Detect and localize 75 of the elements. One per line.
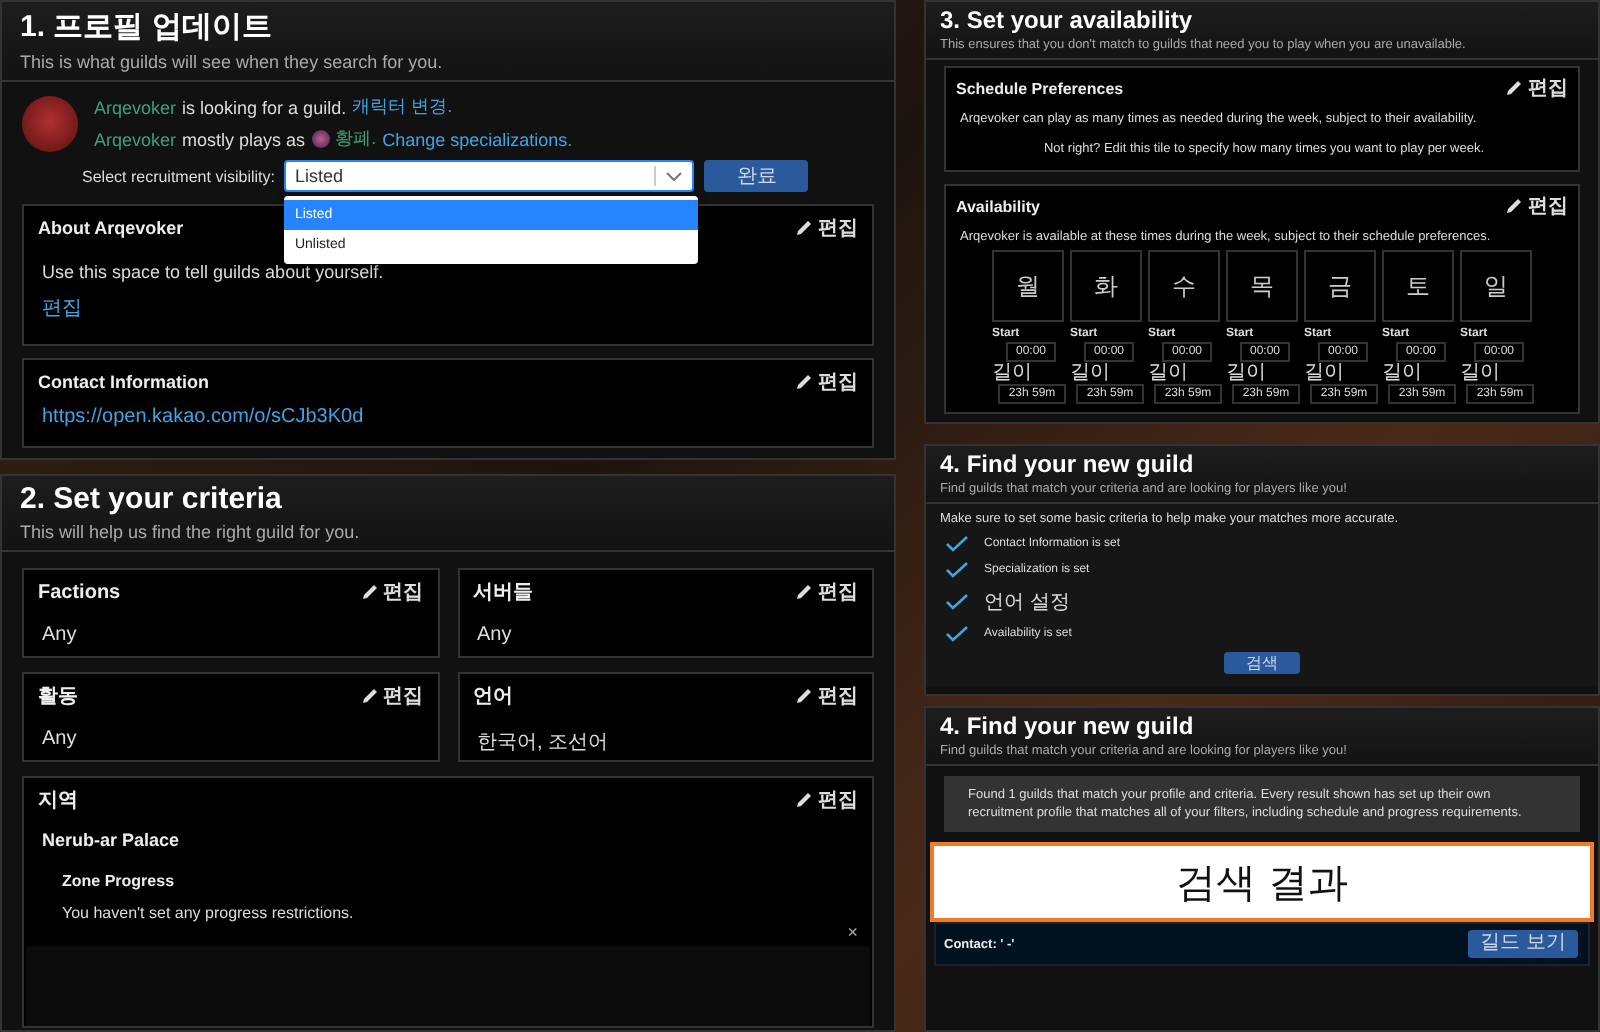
zone-name: Nerub-ar Palace [42, 830, 182, 850]
panel-title: 1. 프로필 업데이트 [20, 8, 274, 46]
change-link[interactable]: Change specializations. [382, 129, 573, 149]
day-tile[interactable]: 일 [1460, 250, 1532, 322]
edit-button[interactable]: 편집 [361, 682, 423, 710]
edit-button[interactable]: 편집 [1506, 74, 1568, 102]
pencil-icon [361, 584, 377, 600]
profile-text: mostly plays as [182, 129, 306, 149]
day-tile[interactable]: 목 [1226, 250, 1298, 322]
panel-title: 2. Set your criteria [20, 482, 284, 516]
criteria-value: Any [477, 624, 514, 646]
card-title: Factions [38, 581, 121, 603]
checklist-label: 언어 설정 [984, 590, 1070, 616]
card-title: 언어 [473, 684, 513, 710]
profile-text: is looking for a guild. [182, 97, 347, 117]
panel-subtitle: This will help us find the right guild for you. [20, 522, 362, 542]
pencil-icon [361, 688, 377, 704]
card-title: Schedule Preferences [956, 79, 1124, 97]
criteria-value: Any [42, 728, 79, 750]
length-label: 길이 [1226, 362, 1268, 384]
card-title: 서버들 [473, 580, 533, 606]
pencil-icon [796, 688, 812, 704]
day-tile[interactable]: 월 [992, 250, 1064, 322]
card-text: Use this space to tell guilds about yourself. [42, 262, 386, 282]
done-button[interactable]: 완료 [704, 160, 809, 192]
panel-title: 4. Find your new guild [940, 450, 1196, 478]
card-link[interactable]: https://open.kakao.com/o/sCJb3K0d [42, 406, 364, 428]
panel-title: 4. Find your new guild [940, 712, 1196, 740]
day-tile[interactable]: 토 [1382, 250, 1454, 322]
edit-button[interactable]: 편집 [361, 578, 423, 606]
length-label: 길이 [1070, 362, 1112, 384]
panel-title: 3. Set your availability [940, 6, 1195, 34]
view-guild-button[interactable]: 길드 보기 [1468, 930, 1578, 958]
day-tile[interactable]: 화 [1070, 250, 1142, 322]
character-name-link[interactable]: Arqevoker [94, 129, 177, 149]
result-label: 검색 결과 [1176, 859, 1348, 909]
visibility-label: Select recruitment visibility: [82, 167, 275, 185]
card-title: Contact Information [38, 372, 209, 392]
edit-button[interactable]: 편집 [1506, 192, 1568, 220]
day-tile[interactable]: 금 [1304, 250, 1376, 322]
length-label: 길이 [992, 362, 1034, 384]
character-name-link[interactable]: Arqevoker [94, 97, 177, 117]
spec-icon [311, 130, 330, 148]
zone-progress-text: You haven't set any progress restrictions. [62, 904, 356, 922]
day-tile[interactable]: 수 [1148, 250, 1220, 322]
length-label: 길이 [1148, 362, 1190, 384]
caret-icon [666, 171, 683, 181]
zone-progress-title: Zone Progress [62, 872, 177, 890]
panel-subtitle: This is what guilds will see when they search for you. [20, 52, 445, 72]
pencil-icon [1506, 80, 1522, 96]
edit-button[interactable]: 편집 [796, 214, 858, 242]
search-button[interactable]: 검색 [1224, 652, 1300, 674]
close-button[interactable]: × [847, 922, 858, 942]
length-label: 길이 [1382, 362, 1424, 384]
card-title: 지역 [38, 788, 78, 814]
pencil-icon [796, 220, 812, 236]
card-title: 활동 [38, 684, 78, 710]
pencil-icon [796, 792, 812, 808]
avatar [22, 96, 78, 152]
card-title: About Arqevoker [38, 218, 184, 238]
edit-button[interactable]: 편집 [796, 368, 858, 396]
criteria-value: Any [42, 624, 79, 646]
criteria-value: 한국어, 조선어 [477, 730, 611, 756]
card-link[interactable]: 편집 [42, 294, 82, 322]
length-label: 길이 [1460, 362, 1502, 384]
pencil-icon [796, 584, 812, 600]
edit-button[interactable]: 편집 [796, 786, 858, 814]
edit-button[interactable]: 편집 [796, 578, 858, 606]
spec-name: 황폐. [335, 126, 377, 152]
edit-button[interactable]: 편집 [796, 682, 858, 710]
length-label: 길이 [1304, 362, 1346, 384]
pencil-icon [1506, 198, 1522, 214]
pencil-icon [796, 374, 812, 390]
change-link[interactable]: 캐릭터 변경. [352, 94, 453, 120]
card-title: Availability [956, 197, 1040, 215]
